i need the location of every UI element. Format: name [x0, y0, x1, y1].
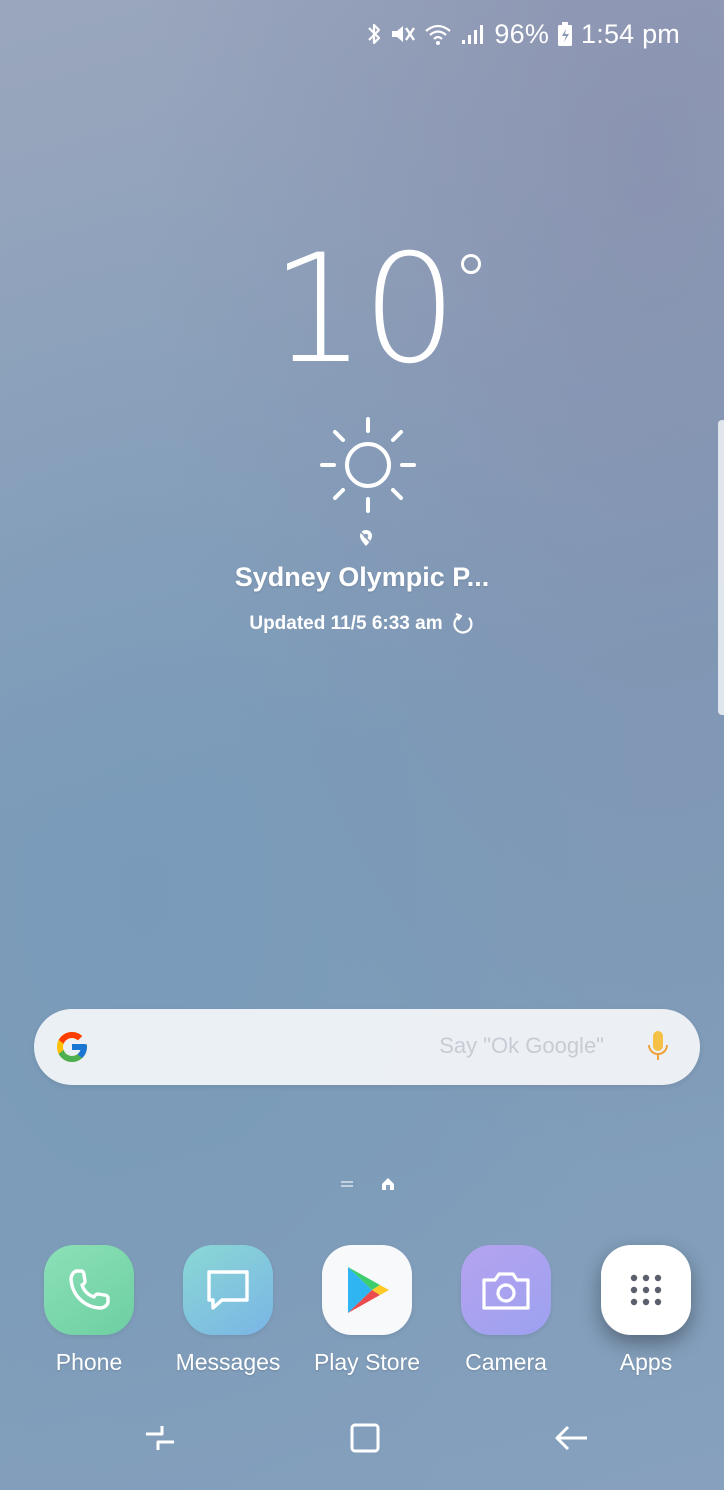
- temperature-display: 10: [271, 235, 482, 385]
- app-label-play-store: Play Store: [313, 1349, 421, 1375]
- apps-grid-icon[interactable]: [601, 1245, 691, 1335]
- messages-icon[interactable]: [183, 1245, 273, 1335]
- app-label-phone: Phone: [55, 1349, 123, 1375]
- battery-percent: 96%: [494, 18, 550, 49]
- play-store-icon[interactable]: [322, 1245, 412, 1335]
- camera-icon[interactable]: [461, 1245, 551, 1335]
- google-search-bar[interactable]: Say "Ok Google": [34, 1009, 700, 1085]
- app-play-store[interactable]: Play Store: [302, 1245, 432, 1376]
- app-messages[interactable]: Messages: [163, 1245, 293, 1376]
- temperature: 10: [270, 223, 458, 397]
- search-placeholder: Say "Ok Google": [439, 1033, 604, 1058]
- degree-symbol: [461, 254, 482, 274]
- back-button[interactable]: [542, 1415, 602, 1465]
- briefing-page-indicator: [340, 1179, 354, 1189]
- home-icon: [349, 1422, 381, 1459]
- signal-icon: [460, 22, 486, 46]
- edge-panel-handle[interactable]: [718, 420, 724, 715]
- weather-location: Sydney Olympic P...: [234, 562, 490, 592]
- app-apps[interactable]: Apps: [581, 1245, 711, 1376]
- app-camera[interactable]: Camera: [441, 1245, 571, 1376]
- mic-icon[interactable]: [646, 1029, 670, 1070]
- home-page-indicator-icon: [380, 1176, 396, 1192]
- sun-icon: [318, 415, 418, 520]
- app-phone[interactable]: Phone: [24, 1245, 154, 1376]
- phone-icon[interactable]: [44, 1245, 134, 1335]
- weather-updated-row: Updated 11/5 6:33 am: [0, 612, 724, 636]
- home-button[interactable]: [335, 1415, 395, 1465]
- recents-button[interactable]: [130, 1415, 190, 1465]
- refresh-icon[interactable]: [451, 612, 475, 636]
- google-g-icon: [54, 1029, 90, 1070]
- app-dock: Phone Messages Play Store Camera Apps: [0, 1245, 724, 1385]
- wifi-icon: [424, 22, 452, 46]
- mute-icon: [390, 22, 416, 46]
- recents-icon: [142, 1423, 178, 1458]
- status-bar: 96% 1:54 pm: [366, 14, 680, 54]
- battery-icon: [557, 21, 573, 47]
- app-label-apps: Apps: [619, 1349, 673, 1375]
- app-label-camera: Camera: [465, 1349, 547, 1375]
- weather-widget[interactable]: 10: [0, 235, 724, 385]
- weather-updated-time: Updated 11/5 6:33 am: [249, 613, 443, 634]
- navigation-bar: [0, 1405, 724, 1475]
- location-off-icon: [358, 529, 374, 552]
- app-label-messages: Messages: [175, 1349, 281, 1375]
- clock: 1:54 pm: [581, 18, 680, 49]
- back-arrow-icon: [554, 1423, 590, 1458]
- bluetooth-icon: [366, 22, 382, 46]
- page-indicators: [340, 1176, 396, 1192]
